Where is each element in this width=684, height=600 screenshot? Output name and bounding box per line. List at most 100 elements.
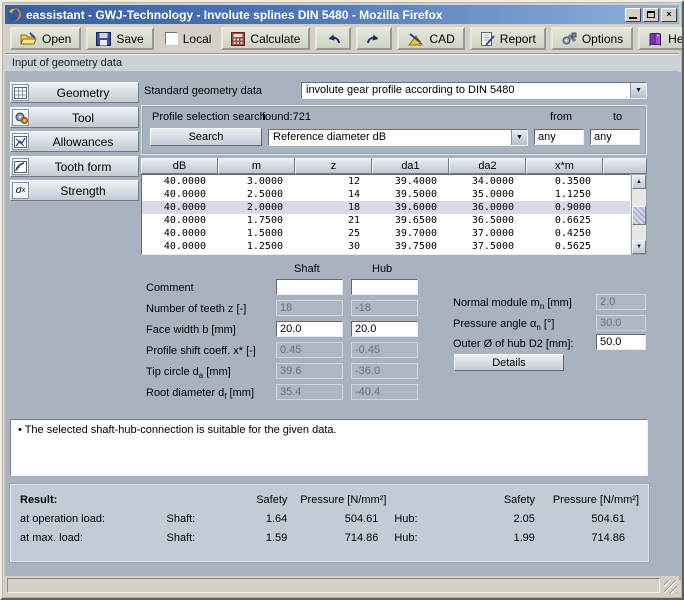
- table-row[interactable]: 40.00002.50001439.500035.00001.1250: [142, 188, 630, 201]
- message-box: • The selected shaft-hub-connection is s…: [10, 419, 648, 476]
- details-button[interactable]: Details: [454, 354, 564, 371]
- column-header-da2[interactable]: da2: [449, 158, 526, 174]
- chevron-down-icon[interactable]: ▼: [630, 83, 646, 98]
- local-toggle[interactable]: Local: [165, 32, 212, 46]
- search-button[interactable]: Search: [150, 128, 262, 146]
- table-scrollbar[interactable]: ▲ ▼: [631, 174, 647, 255]
- sidebar-item-label: Allowances: [29, 135, 137, 149]
- table-row[interactable]: 40.00001.25003039.750037.50000.5625: [142, 240, 630, 253]
- table-row[interactable]: 40.00003.00001239.400034.00000.3500: [142, 175, 630, 188]
- root-diameter-shaft-field: [276, 384, 343, 400]
- to-input[interactable]: [590, 129, 640, 145]
- sidebar-item-allowances[interactable]: Allowances: [10, 131, 139, 152]
- tooth-form-icon: [12, 158, 29, 175]
- from-label: from: [550, 111, 572, 123]
- maximize-button[interactable]: [643, 8, 659, 22]
- open-folder-icon: [20, 32, 37, 46]
- maximize-icon: [647, 11, 655, 18]
- comment-label: Comment: [146, 282, 194, 294]
- sidebar-item-strength[interactable]: σx Strength: [10, 180, 139, 201]
- minimize-button[interactable]: [625, 8, 641, 22]
- table-row[interactable]: 40.00001.75002139.650036.50000.6625: [142, 214, 630, 227]
- cad-icon: [407, 32, 424, 46]
- result-panel: Result: Safety Pressure [N/mm²] Safety P…: [10, 484, 649, 562]
- from-input[interactable]: [534, 129, 584, 145]
- sidebar-item-label: Tool: [29, 111, 137, 125]
- open-button[interactable]: Open: [10, 27, 81, 50]
- sidebar-item-tooth-form[interactable]: Tooth form: [10, 156, 139, 177]
- close-button[interactable]: ×: [661, 8, 677, 22]
- table-row[interactable]: 40.00001.50002539.700037.00000.4250: [142, 227, 630, 240]
- redo-button[interactable]: [356, 27, 392, 50]
- scroll-up-icon[interactable]: ▲: [632, 175, 646, 189]
- calculate-button[interactable]: Calculate: [221, 27, 310, 50]
- options-button[interactable]: Options: [551, 27, 633, 50]
- teeth-hub-field: [351, 300, 418, 316]
- open-label: Open: [42, 32, 71, 46]
- pressure-header-shaft: Pressure [N/mm²]: [287, 494, 386, 506]
- scroll-track[interactable]: [632, 189, 646, 240]
- undo-icon: [325, 32, 341, 45]
- outer-diameter-input[interactable]: [596, 334, 646, 350]
- chevron-down-icon[interactable]: ▼: [511, 130, 527, 145]
- table-body: 40.00003.00001239.400034.00000.3500 40.0…: [141, 174, 631, 255]
- scroll-thumb[interactable]: [632, 206, 646, 225]
- search-criteria-select[interactable]: Reference diameter dB ▼: [268, 129, 528, 146]
- teeth-label: Number of teeth z [-]: [146, 303, 246, 315]
- undo-button[interactable]: [315, 27, 351, 50]
- comment-shaft-input[interactable]: [276, 279, 343, 295]
- standard-geometry-label: Standard geometry data: [144, 85, 262, 97]
- message-text: • The selected shaft-hub-connection is s…: [18, 424, 337, 436]
- report-button[interactable]: Report: [470, 27, 546, 50]
- result-row-operation: at operation load: Shaft: 1.64 504.61 Hu…: [20, 509, 639, 528]
- sidebar-item-label: Geometry: [29, 86, 137, 100]
- tip-circle-shaft-field: [276, 363, 343, 379]
- teeth-shaft-field: [276, 300, 343, 316]
- cad-button[interactable]: CAD: [397, 27, 464, 50]
- comment-hub-input[interactable]: [351, 279, 418, 295]
- sidebar-item-tool[interactable]: Tool: [10, 107, 139, 128]
- standard-geometry-select[interactable]: involute gear profile according to DIN 5…: [301, 82, 647, 99]
- face-width-label: Face width b [mm]: [146, 324, 236, 336]
- sidebar-item-label: Strength: [29, 184, 137, 198]
- resize-grip-icon[interactable]: [664, 580, 677, 593]
- status-header-text: Input of geometry data: [12, 57, 122, 69]
- calculator-icon: [231, 32, 245, 46]
- column-header-dB[interactable]: dB: [141, 158, 218, 174]
- status-header: Input of geometry data: [5, 55, 679, 72]
- table-row-selected[interactable]: 40.00002.00001839.600036.00000.9000: [142, 201, 630, 214]
- profile-search-group: Profile selection search found:721 from …: [141, 105, 647, 155]
- local-checkbox[interactable]: [165, 32, 178, 45]
- scroll-down-icon[interactable]: ▼: [632, 240, 646, 254]
- safety-header-hub: Safety: [446, 494, 535, 506]
- hub-column-header: Hub: [372, 263, 392, 275]
- face-width-hub-input[interactable]: [351, 321, 418, 337]
- profile-shift-shaft-field: [276, 342, 343, 358]
- column-header-m[interactable]: m: [218, 158, 295, 174]
- result-row-max-load: at max. load: Shaft: 1.59 714.86 Hub: 1.…: [20, 528, 639, 547]
- normal-module-label: Normal module mn [mm]: [453, 297, 572, 311]
- column-header-xm[interactable]: x*m: [526, 158, 603, 174]
- save-label: Save: [116, 32, 143, 46]
- report-icon: [480, 32, 495, 46]
- normal-module-field: [596, 294, 646, 310]
- application-window: eassistant - GWJ-Technology - Involute s…: [0, 0, 684, 600]
- root-diameter-hub-field: [351, 384, 418, 400]
- sidebar-item-geometry[interactable]: Geometry: [10, 82, 139, 103]
- report-label: Report: [500, 32, 536, 46]
- column-header-da1[interactable]: da1: [372, 158, 449, 174]
- toolbar: Open Save Local Calculate: [5, 24, 679, 54]
- profile-table: dB m z da1 da2 x*m 40.00003.00001239.400…: [141, 158, 647, 255]
- pressure-header-hub: Pressure [N/mm²]: [535, 494, 639, 506]
- column-header-z[interactable]: z: [295, 158, 372, 174]
- save-button[interactable]: Save: [86, 27, 153, 50]
- profile-shift-label: Profile shift coeff. x* [-]: [146, 345, 256, 357]
- tip-circle-hub-field: [351, 363, 418, 379]
- strength-icon: σx: [12, 182, 29, 199]
- help-button[interactable]: Help: [638, 27, 684, 50]
- safety-header-shaft: Safety: [238, 494, 288, 506]
- outer-diameter-label: Outer Ø of hub D2 [mm]:: [453, 338, 573, 350]
- save-floppy-icon: [96, 32, 111, 46]
- minimize-icon: [629, 17, 637, 19]
- face-width-shaft-input[interactable]: [276, 321, 343, 337]
